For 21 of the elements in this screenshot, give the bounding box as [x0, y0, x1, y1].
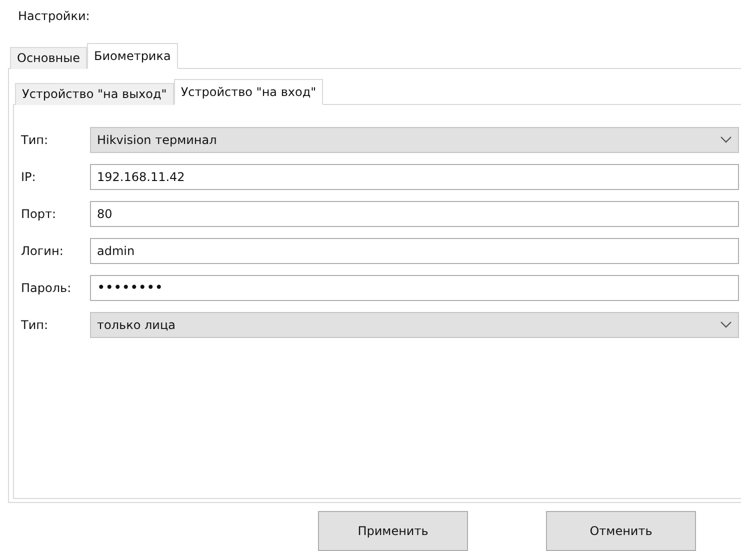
- field-label: Тип:: [21, 318, 50, 332]
- input-field[interactable]: 80: [90, 200, 739, 227]
- field-label: IP:: [21, 170, 37, 184]
- dropdown[interactable]: Hikvision терминал: [90, 126, 739, 153]
- field-label: Тип:: [21, 132, 50, 147]
- field-label: Порт:: [21, 206, 58, 221]
- apply-button[interactable]: Применить: [318, 511, 468, 551]
- input-field[interactable]: 192.168.11.42: [90, 164, 739, 190]
- chevron-down-icon: [720, 321, 732, 328]
- tab[interactable]: Основные: [10, 46, 88, 69]
- password-field[interactable]: ••••••••: [90, 274, 739, 301]
- field-label: Пароль:: [21, 280, 72, 295]
- tab[interactable]: Биометрика: [87, 42, 178, 69]
- cancel-button[interactable]: Отменить: [546, 511, 696, 551]
- settings-label: Настройки:: [17, 9, 91, 25]
- dropdown[interactable]: только лица: [90, 312, 739, 338]
- tab[interactable]: Устройство "на вход": [174, 78, 324, 105]
- field-label: Логин:: [21, 244, 64, 258]
- input-field[interactable]: admin: [90, 238, 739, 264]
- tab[interactable]: Устройство "на выход": [15, 82, 174, 105]
- chevron-down-icon: [720, 136, 732, 144]
